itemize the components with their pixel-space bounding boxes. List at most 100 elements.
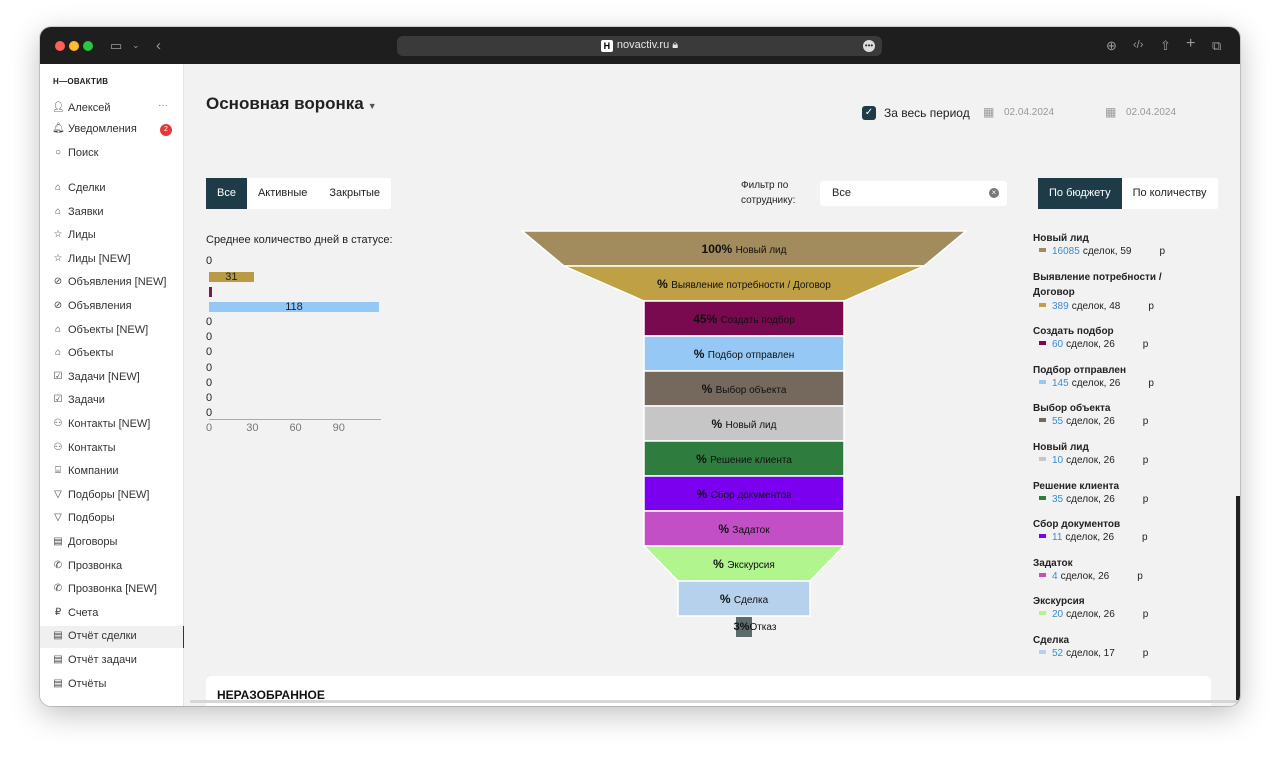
sidebar-item-label: Объявления	[68, 300, 132, 312]
legend-title: Новый лид	[1033, 233, 1089, 244]
chevron-down-icon[interactable]: ⌄	[132, 37, 140, 54]
sidebar-item[interactable]: ⌸ Компании	[40, 461, 183, 483]
tab-all[interactable]: Все	[206, 178, 247, 209]
sidebar-item[interactable]: ▤ Отчёт сделки	[40, 626, 185, 649]
legend-count-link[interactable]: 60	[1052, 339, 1063, 350]
browser-titlebar: ▭ ⌄ ‹ Hnovactiv.ru 🔒︎ ••• ⊕ ‹/› ⇧ + ⧉	[40, 27, 1240, 64]
sidebar-item[interactable]: ▽ Подборы	[40, 508, 183, 530]
funnel-stage[interactable]	[736, 617, 752, 637]
sidebar-item[interactable]: ⊘ Объявления [NEW]	[40, 272, 183, 294]
funnel-stage[interactable]	[643, 510, 845, 547]
sidebar-item[interactable]: ⚇ Контакты	[40, 438, 183, 460]
sidebar-item[interactable]: ✆ Прозвонка [NEW]	[40, 579, 183, 601]
legend-count-link[interactable]: 389	[1052, 301, 1069, 312]
sidebar-icon[interactable]: ▭	[110, 37, 122, 54]
all-period-checkbox[interactable]: ✓	[862, 106, 876, 120]
tab-closed[interactable]: Закрытые	[318, 178, 391, 209]
minimize-window-button[interactable]	[69, 41, 79, 51]
sidebar-item-label: Контакты [NEW]	[68, 418, 151, 430]
zero-label: 0	[206, 346, 213, 358]
sidebar-item[interactable]: ☑ Задачи [NEW]	[40, 367, 183, 389]
more-icon[interactable]: •••	[863, 40, 875, 52]
calendar-icon[interactable]: ▦	[983, 105, 997, 119]
date-from-field[interactable]: 02.04.2024	[1004, 107, 1054, 118]
sidebar-item[interactable]: ☆ Лиды	[40, 225, 183, 247]
sidebar-item[interactable]: ₽ Счета	[40, 603, 183, 625]
funnel-stage[interactable]	[642, 545, 846, 582]
funnel-stage[interactable]	[643, 335, 845, 372]
legend-unit: р	[1142, 648, 1149, 659]
funnel-stage[interactable]	[677, 580, 811, 617]
zoom-window-button[interactable]	[83, 41, 93, 51]
legend-count-link[interactable]: 35	[1052, 494, 1063, 505]
filter-icon: ▽	[54, 488, 62, 500]
legend-swatch	[1039, 457, 1046, 461]
star-icon: ☆	[53, 252, 63, 264]
sidebar-item-notifications[interactable]: 🔔︎ Уведомления 2	[40, 119, 183, 141]
sidebar-item[interactable]: ⌂ Сделки	[40, 178, 183, 200]
address-bar[interactable]: Hnovactiv.ru 🔒︎ •••	[397, 36, 882, 56]
status-tabs: Все Активные Закрытые	[206, 178, 392, 209]
search-label: Поиск	[68, 147, 99, 159]
legend-count-link[interactable]: 55	[1052, 416, 1063, 427]
legend-count-link[interactable]: 10	[1052, 455, 1063, 466]
legend-count-link[interactable]: 4	[1052, 571, 1058, 582]
notifications-badge: 2	[160, 124, 172, 136]
date-to-field[interactable]: 02.04.2024	[1126, 107, 1176, 118]
plus-icon[interactable]: +	[1186, 35, 1195, 52]
legend-row: 20 сделок, 26 р	[1039, 609, 1148, 620]
funnel-stage[interactable]	[563, 265, 925, 302]
zero-label: 0	[206, 362, 213, 374]
sidebar-item[interactable]: ▤ Отчёты	[40, 674, 183, 696]
calendar-icon[interactable]: ▦	[1105, 105, 1119, 119]
mode-budget-button[interactable]: По бюджету	[1038, 178, 1122, 209]
document-icon: ▤	[53, 536, 63, 547]
close-window-button[interactable]	[55, 41, 65, 51]
legend-count-link[interactable]: 145	[1052, 378, 1069, 389]
funnel-stage[interactable]	[643, 440, 845, 477]
mode-count-button[interactable]: По количеству	[1122, 178, 1218, 209]
sidebar-item[interactable]: ▽ Подборы [NEW]	[40, 485, 183, 507]
sidebar-item-label: Объекты [NEW]	[68, 323, 149, 336]
tabs-icon[interactable]: ⧉	[1212, 37, 1221, 54]
legend-count-link[interactable]: 52	[1052, 648, 1063, 659]
sidebar-item[interactable]: ✆ Прозвонка	[40, 556, 183, 578]
funnel-stage[interactable]	[643, 405, 845, 442]
share-icon[interactable]: ⇧	[1160, 37, 1171, 54]
page-scrollbar-thumb[interactable]	[1236, 496, 1240, 706]
back-icon[interactable]: ‹	[156, 37, 161, 54]
funnel-stage-label: % Выбор объекта	[702, 382, 787, 396]
legend-count-link[interactable]: 20	[1052, 609, 1063, 620]
clear-icon[interactable]: ×	[989, 188, 999, 198]
sidebar-item[interactable]: ☆ Лиды [NEW]	[40, 249, 183, 271]
tab-active[interactable]: Активные	[247, 178, 318, 209]
employee-filter-select[interactable]: Все ×	[820, 181, 1007, 206]
horizontal-scrollbar[interactable]	[190, 700, 1240, 703]
sidebar-item[interactable]: ▤ Договоры	[40, 532, 183, 554]
funnel-stage[interactable]	[643, 370, 845, 407]
page-title[interactable]: Основная воронка ▼	[206, 94, 377, 114]
legend-title: Экскурсия	[1033, 596, 1085, 608]
sidebar-item-search[interactable]: ○ Поиск	[40, 143, 183, 165]
legend-count-link[interactable]: 11	[1052, 532, 1062, 543]
funnel-stage[interactable]	[643, 300, 845, 337]
funnel-stage[interactable]	[643, 475, 845, 512]
legend-unit: р	[1148, 300, 1154, 312]
sidebar-item[interactable]: ⌂ Объекты	[40, 343, 183, 365]
code-icon[interactable]: ‹/›	[1133, 37, 1143, 54]
download-icon[interactable]: ⊕	[1106, 37, 1117, 54]
sidebar-item[interactable]: ☑ Задачи	[40, 390, 183, 412]
user-menu-icon[interactable]: ···	[158, 100, 168, 111]
legend-count-link[interactable]: 16085	[1052, 246, 1080, 257]
sidebar-user[interactable]: 👤︎ Алексей ···	[40, 98, 183, 120]
sidebar-item-label: Договоры	[68, 536, 118, 548]
days-bar: 31	[209, 272, 254, 283]
days-bar: 118	[209, 302, 379, 313]
mode-toggle: По бюджету По количеству	[1038, 178, 1218, 209]
sidebar-item[interactable]: ⌂ Объекты [NEW]	[40, 320, 183, 342]
sidebar-item[interactable]: ⚇ Контакты [NEW]	[40, 414, 183, 436]
sidebar-item[interactable]: ⊘ Объявления	[40, 296, 183, 318]
sidebar-item[interactable]: ⌂ Заявки	[40, 202, 183, 224]
funnel-stage[interactable]	[519, 230, 969, 267]
sidebar-item[interactable]: ▤ Отчёт задачи	[40, 650, 183, 672]
